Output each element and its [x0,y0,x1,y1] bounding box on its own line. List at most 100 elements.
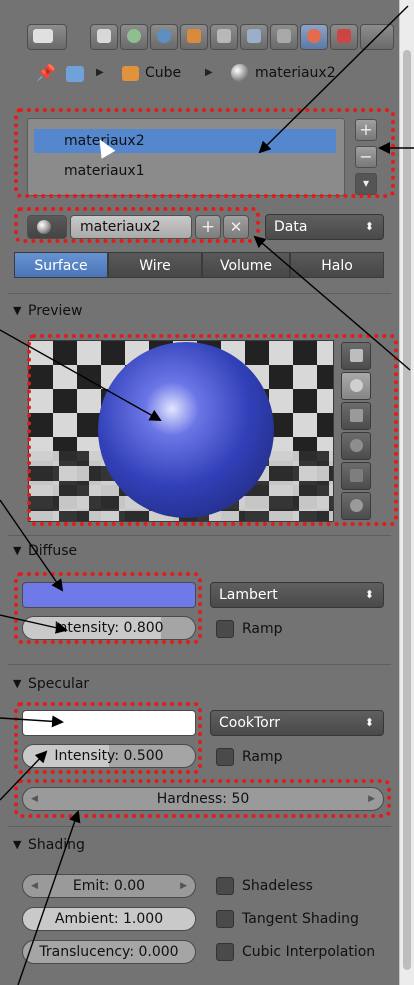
material-slot-list[interactable]: materiaux2 materiaux1 [27,118,345,196]
preview-world-button[interactable] [341,492,371,520]
specular-ramp-checkbox[interactable] [216,748,234,766]
pin-icon[interactable]: 📌 [36,62,56,84]
material-browse-button[interactable] [27,215,67,239]
increment-arrow-icon[interactable]: ▶ [368,788,375,810]
scene-link-icon [66,66,84,82]
chevron-right-icon: ▶ [96,67,104,78]
cubic-interpolation-label: Cubic Interpolation [242,944,376,960]
tab-constraints[interactable] [210,24,238,50]
specular-panel-header[interactable]: ▼ Specular [0,671,399,697]
editor-type-button[interactable] [27,24,67,50]
hair-icon [350,469,363,482]
tab-object[interactable] [180,24,208,50]
list-item[interactable]: materiaux1 [34,159,336,183]
material-preview [28,340,334,522]
cube-icon [350,409,363,422]
divider [8,535,391,536]
diffuse-ramp-label: Ramp [242,621,283,637]
preview-panel-header[interactable]: ▼ Preview [0,298,399,324]
list-item[interactable]: materiaux2 [34,129,336,153]
tangent-shading-checkbox[interactable] [216,910,234,928]
tab-render[interactable] [90,24,118,50]
specular-shader-select[interactable]: CookTorr ⬍ [210,710,384,736]
slot-menu-button[interactable]: ▾ [355,173,377,195]
tab-particles[interactable] [360,24,394,50]
emit-field[interactable]: ◀ Emit: 0.00 ▶ [22,874,196,898]
sphere-icon [37,220,51,234]
preview-hair-button[interactable] [341,462,371,490]
breadcrumb-material: materiaux2 [255,65,336,81]
preview-flat-button[interactable] [341,342,371,370]
tab-material[interactable] [300,24,328,50]
divider [8,293,391,294]
triangle-down-icon: ▼ [13,838,22,851]
monkey-icon [350,439,363,452]
updown-arrow-icon: ⬍ [364,588,374,601]
shading-title: Shading [28,837,85,853]
tab-volume[interactable]: Volume [202,252,290,278]
divider [8,664,391,665]
translucency-slider[interactable]: Translucency: 0.000 [22,940,196,964]
link-select-value: Data [274,219,308,235]
shading-panel-header[interactable]: ▼ Shading [0,832,399,858]
triangle-down-icon: ▼ [13,544,22,557]
new-material-button[interactable]: + [195,215,221,239]
specular-intensity-slider[interactable]: Intensity: 0.500 [22,744,196,768]
hardness-field[interactable]: ◀ Hardness: 50 ▶ [22,787,384,811]
properties-panel: 📌 ▶ Cube ▶ materiaux2 materiaux2 materia… [0,0,399,985]
chevron-right-icon: ▶ [205,67,213,78]
link-select[interactable]: Data ⬍ [265,214,384,240]
preview-cube-button[interactable] [341,402,371,430]
render-icon [97,29,111,43]
add-slot-button[interactable]: + [355,119,377,141]
tab-texture[interactable] [330,24,358,50]
diffuse-shader-value: Lambert [219,587,278,603]
tab-modifiers[interactable] [240,24,268,50]
constraints-icon [217,29,231,43]
tangent-shading-label: Tangent Shading [242,911,359,927]
preview-monkey-button[interactable] [341,432,371,460]
diffuse-shader-select[interactable]: Lambert ⬍ [210,582,384,608]
specular-shader-value: CookTorr [219,715,281,731]
diffuse-intensity-slider[interactable]: Intensity: 0.800 [22,616,196,640]
triangle-down-icon: ▼ [13,677,22,690]
tab-surface[interactable]: Surface [14,252,108,278]
diffuse-color-field[interactable] [22,582,196,608]
material-name-field[interactable]: materiaux2 [70,215,192,239]
unlink-material-button[interactable]: ✕ [223,215,249,239]
preview-sphere [98,342,274,518]
world-icon [350,499,363,512]
scrollbar-thumb[interactable] [403,50,411,970]
preview-sphere-button[interactable] [341,372,371,400]
decrement-arrow-icon[interactable]: ◀ [31,788,38,810]
diffuse-title: Diffuse [28,543,78,559]
specular-color-field[interactable] [22,710,196,736]
remove-slot-button[interactable]: − [355,146,377,168]
shadeless-label: Shadeless [242,878,313,894]
tab-scene[interactable] [120,24,148,50]
cubic-interpolation-checkbox[interactable] [216,943,234,961]
diffuse-panel-header[interactable]: ▼ Diffuse [0,538,399,564]
tab-halo[interactable]: Halo [290,252,384,278]
tab-world[interactable] [150,24,178,50]
diffuse-intensity-label: Intensity: 0.800 [54,620,164,636]
shadeless-checkbox[interactable] [216,877,234,895]
scrollbar[interactable] [399,0,414,985]
increment-arrow-icon[interactable]: ▶ [180,875,187,897]
sphere-icon [231,64,249,82]
decrement-arrow-icon[interactable]: ◀ [31,875,38,897]
hardness-label: Hardness: 50 [156,791,250,807]
modifiers-icon [247,29,261,43]
specular-title: Specular [28,676,90,692]
properties-editor-icon [33,29,53,43]
ambient-slider[interactable]: Ambient: 1.000 [22,907,196,931]
tab-data[interactable] [270,24,298,50]
specular-ramp-label: Ramp [242,749,283,765]
tab-wire[interactable]: Wire [108,252,202,278]
diffuse-ramp-checkbox[interactable] [216,620,234,638]
world-icon [157,29,171,43]
updown-arrow-icon: ⬍ [364,716,374,729]
specular-intensity-label: Intensity: 0.500 [54,748,164,764]
material-icon [307,29,321,43]
preview-title: Preview [28,303,83,319]
